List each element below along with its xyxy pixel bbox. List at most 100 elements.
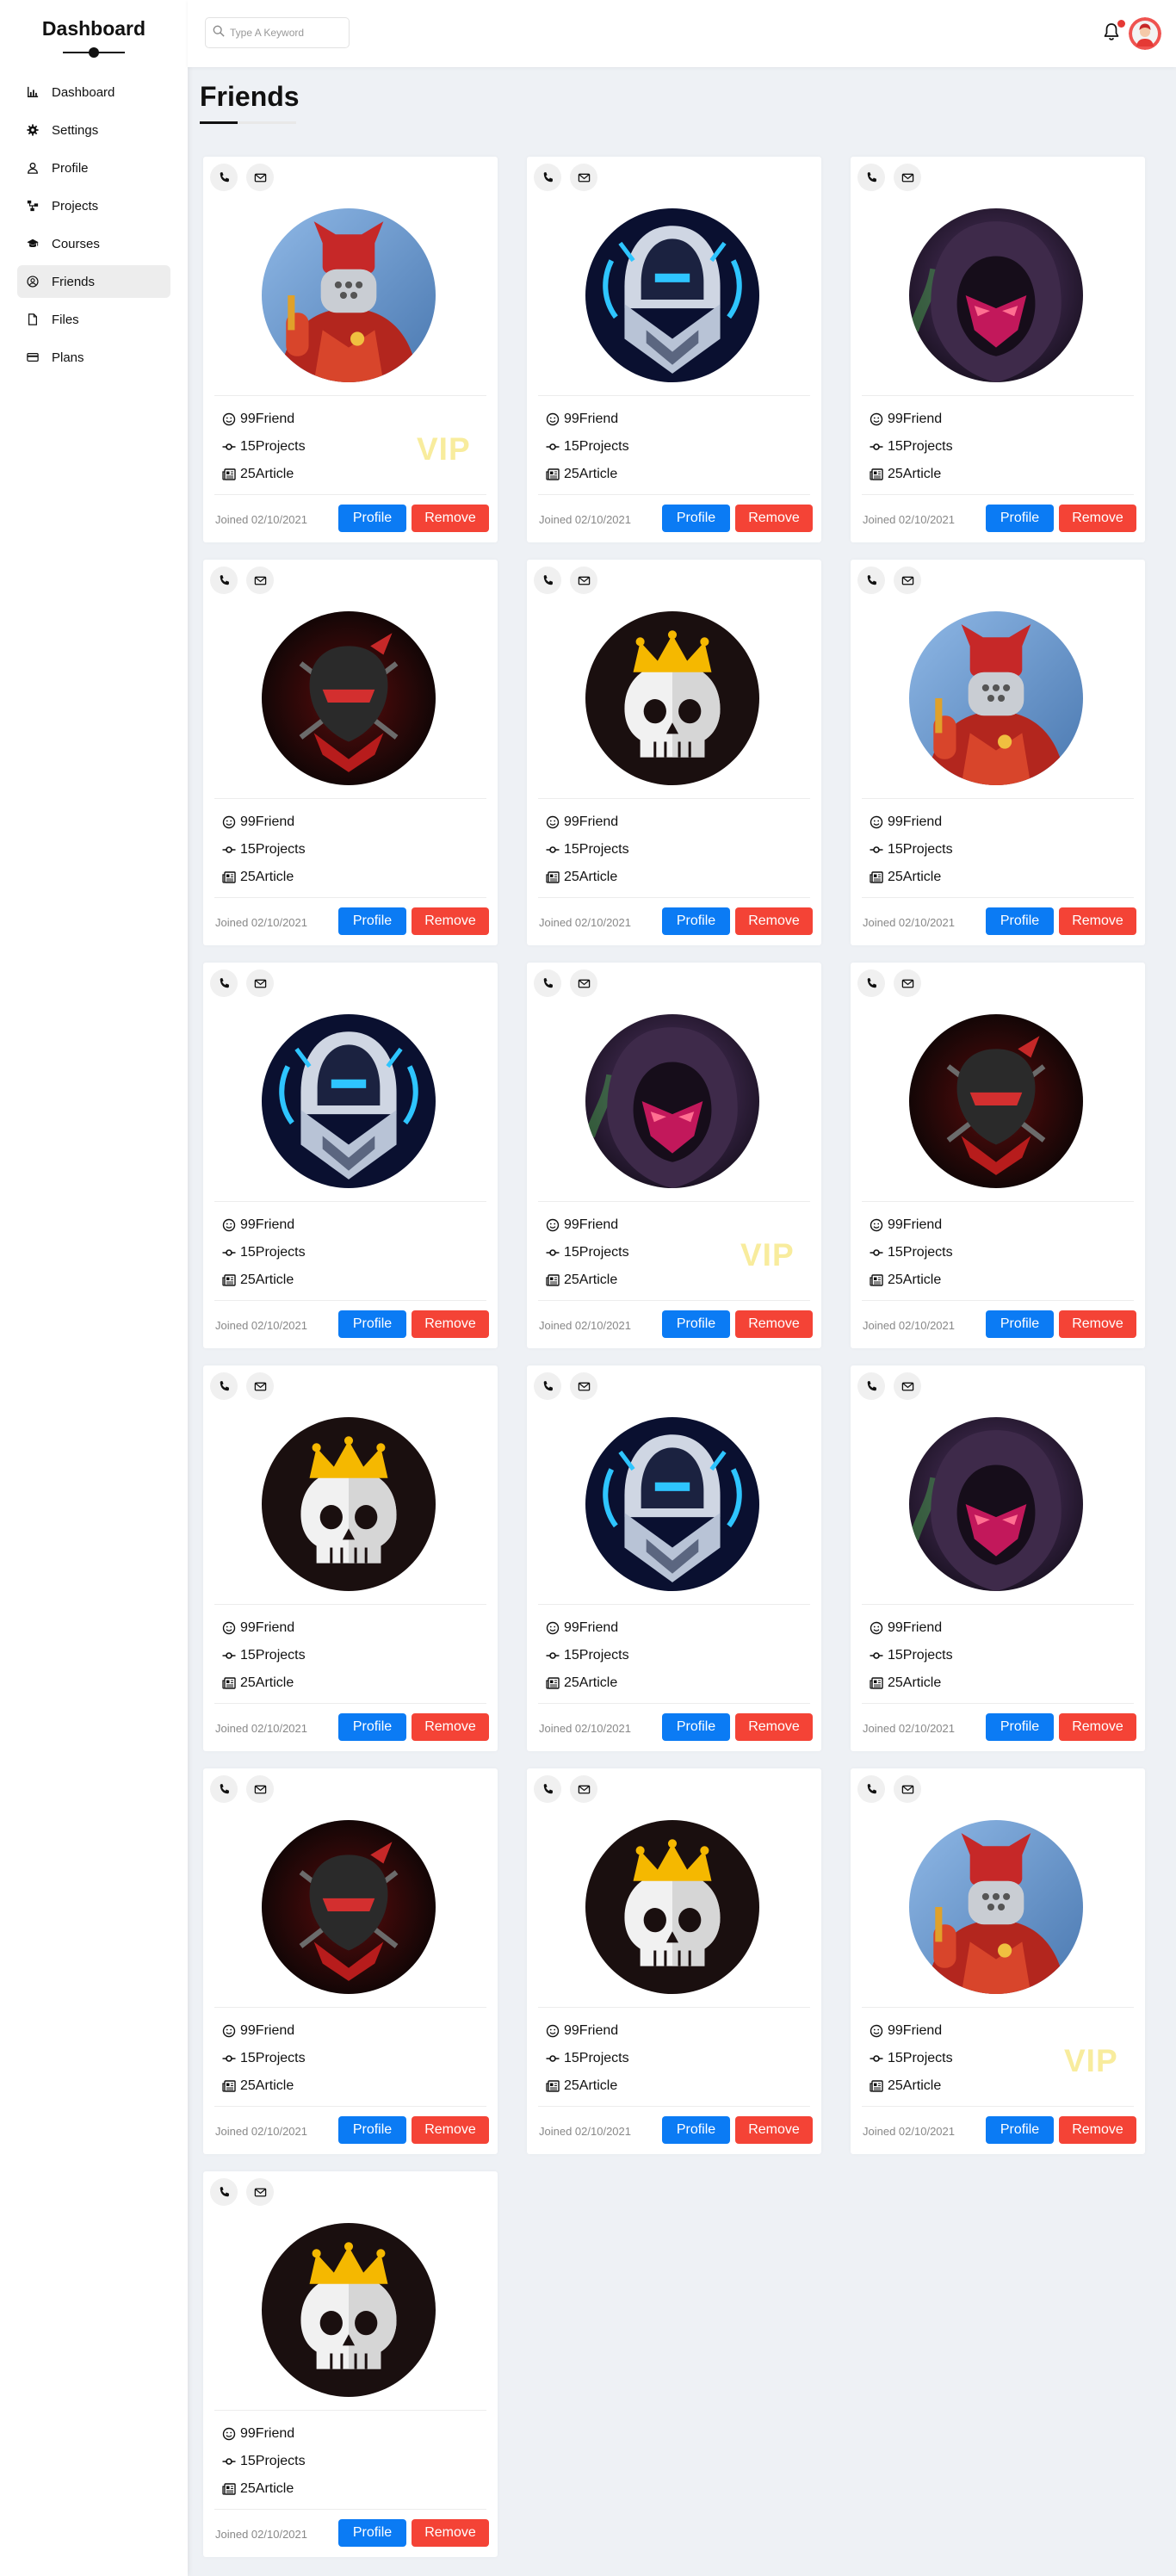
stat-friends-text: 99Friend (564, 814, 619, 829)
phone-button[interactable] (534, 1372, 561, 1400)
email-button[interactable] (894, 1372, 921, 1400)
phone-button[interactable] (857, 1372, 885, 1400)
sidebar-item-settings[interactable]: Settings (17, 114, 170, 146)
profile-button[interactable]: Profile (986, 907, 1054, 935)
profile-button[interactable]: Profile (662, 2116, 730, 2144)
profile-button[interactable]: Profile (986, 1713, 1054, 1741)
email-button[interactable] (894, 969, 921, 997)
remove-button[interactable]: Remove (412, 907, 489, 935)
email-button[interactable] (894, 164, 921, 191)
profile-button[interactable]: Profile (662, 505, 730, 532)
email-button[interactable] (570, 164, 597, 191)
email-button[interactable] (570, 567, 597, 594)
phone-button[interactable] (534, 969, 561, 997)
profile-button[interactable]: Profile (662, 1713, 730, 1741)
newspaper-icon (222, 2080, 236, 2092)
email-button[interactable] (246, 1372, 274, 1400)
profile-button[interactable]: Profile (338, 2116, 406, 2144)
phone-button[interactable] (857, 164, 885, 191)
phone-button[interactable] (534, 1775, 561, 1803)
search-box[interactable] (205, 17, 350, 48)
profile-button[interactable]: Profile (662, 1310, 730, 1338)
contact-actions (857, 1372, 921, 1400)
email-button[interactable] (570, 969, 597, 997)
remove-button[interactable]: Remove (412, 2116, 489, 2144)
remove-button[interactable]: Remove (1059, 1713, 1136, 1741)
email-button[interactable] (246, 2178, 274, 2206)
sidebar-item-profile[interactable]: Profile (17, 152, 170, 184)
remove-button[interactable]: Remove (412, 505, 489, 532)
email-button[interactable] (894, 1775, 921, 1803)
profile-button[interactable]: Profile (338, 1310, 406, 1338)
profile-button[interactable]: Profile (338, 505, 406, 532)
sidebar: Dashboard Dashboard Settings Profile Pro… (0, 0, 188, 2576)
remove-button[interactable]: Remove (735, 907, 813, 935)
search-input[interactable] (230, 27, 342, 39)
sidebar-item-courses[interactable]: Courses (17, 227, 170, 260)
phone-button[interactable] (210, 969, 238, 997)
email-button[interactable] (246, 969, 274, 997)
phone-button[interactable] (210, 2178, 238, 2206)
email-button[interactable] (246, 567, 274, 594)
friend-stats: 99Friend 15Projects 25Article (222, 1211, 306, 1294)
stat-projects: 15Projects (546, 836, 629, 864)
phone-button[interactable] (857, 1775, 885, 1803)
code-commit-icon (222, 443, 236, 450)
sidebar-item-dashboard[interactable]: Dashboard (17, 76, 170, 108)
phone-button[interactable] (210, 164, 238, 191)
profile-button[interactable]: Profile (986, 1310, 1054, 1338)
friend-stats: 99Friend 15Projects 25Article (870, 808, 953, 891)
stat-friends: 99Friend (870, 808, 953, 836)
stat-articles-text: 25Article (888, 2078, 942, 2093)
profile-button[interactable]: Profile (338, 1713, 406, 1741)
phone-button[interactable] (210, 1775, 238, 1803)
phone-button[interactable] (210, 1372, 238, 1400)
notification-button[interactable] (1103, 20, 1125, 43)
sidebar-item-projects[interactable]: Projects (17, 189, 170, 222)
stat-friends: 99Friend (222, 1211, 306, 1239)
phone-button[interactable] (857, 567, 885, 594)
contact-actions (534, 567, 597, 594)
file-icon (26, 313, 40, 326)
contact-actions (210, 969, 274, 997)
remove-button[interactable]: Remove (1059, 907, 1136, 935)
profile-button[interactable]: Profile (338, 2519, 406, 2547)
divider (862, 494, 1134, 495)
remove-button[interactable]: Remove (412, 1310, 489, 1338)
profile-button[interactable]: Profile (338, 907, 406, 935)
stat-friends-text: 99Friend (564, 1620, 619, 1635)
profile-button[interactable]: Profile (986, 2116, 1054, 2144)
phone-button[interactable] (534, 567, 561, 594)
email-button[interactable] (246, 164, 274, 191)
sidebar-item-friends[interactable]: Friends (17, 265, 170, 298)
remove-button[interactable]: Remove (1059, 2116, 1136, 2144)
remove-button[interactable]: Remove (735, 1713, 813, 1741)
phone-button[interactable] (534, 164, 561, 191)
email-button[interactable] (570, 1372, 597, 1400)
remove-button[interactable]: Remove (1059, 505, 1136, 532)
sidebar-item-files[interactable]: Files (17, 303, 170, 336)
remove-button[interactable]: Remove (412, 2519, 489, 2547)
user-avatar[interactable] (1129, 17, 1161, 50)
smile-icon (870, 815, 883, 829)
email-button[interactable] (894, 567, 921, 594)
stat-projects: 15Projects (870, 836, 953, 864)
email-button[interactable] (246, 1775, 274, 1803)
remove-button[interactable]: Remove (735, 2116, 813, 2144)
email-button[interactable] (570, 1775, 597, 1803)
stat-friends-text: 99Friend (240, 412, 295, 426)
remove-button[interactable]: Remove (735, 1310, 813, 1338)
card-actions: Profile Remove (338, 2116, 489, 2144)
stat-friends: 99Friend (870, 1211, 953, 1239)
profile-button[interactable]: Profile (986, 505, 1054, 532)
phone-button[interactable] (857, 969, 885, 997)
friend-stats: 99Friend 15Projects 25Article (546, 1211, 629, 1294)
contact-actions (210, 2178, 274, 2206)
sidebar-item-plans[interactable]: Plans (17, 341, 170, 374)
remove-button[interactable]: Remove (412, 1713, 489, 1741)
code-commit-icon (546, 2055, 560, 2062)
profile-button[interactable]: Profile (662, 907, 730, 935)
phone-button[interactable] (210, 567, 238, 594)
remove-button[interactable]: Remove (1059, 1310, 1136, 1338)
remove-button[interactable]: Remove (735, 505, 813, 532)
